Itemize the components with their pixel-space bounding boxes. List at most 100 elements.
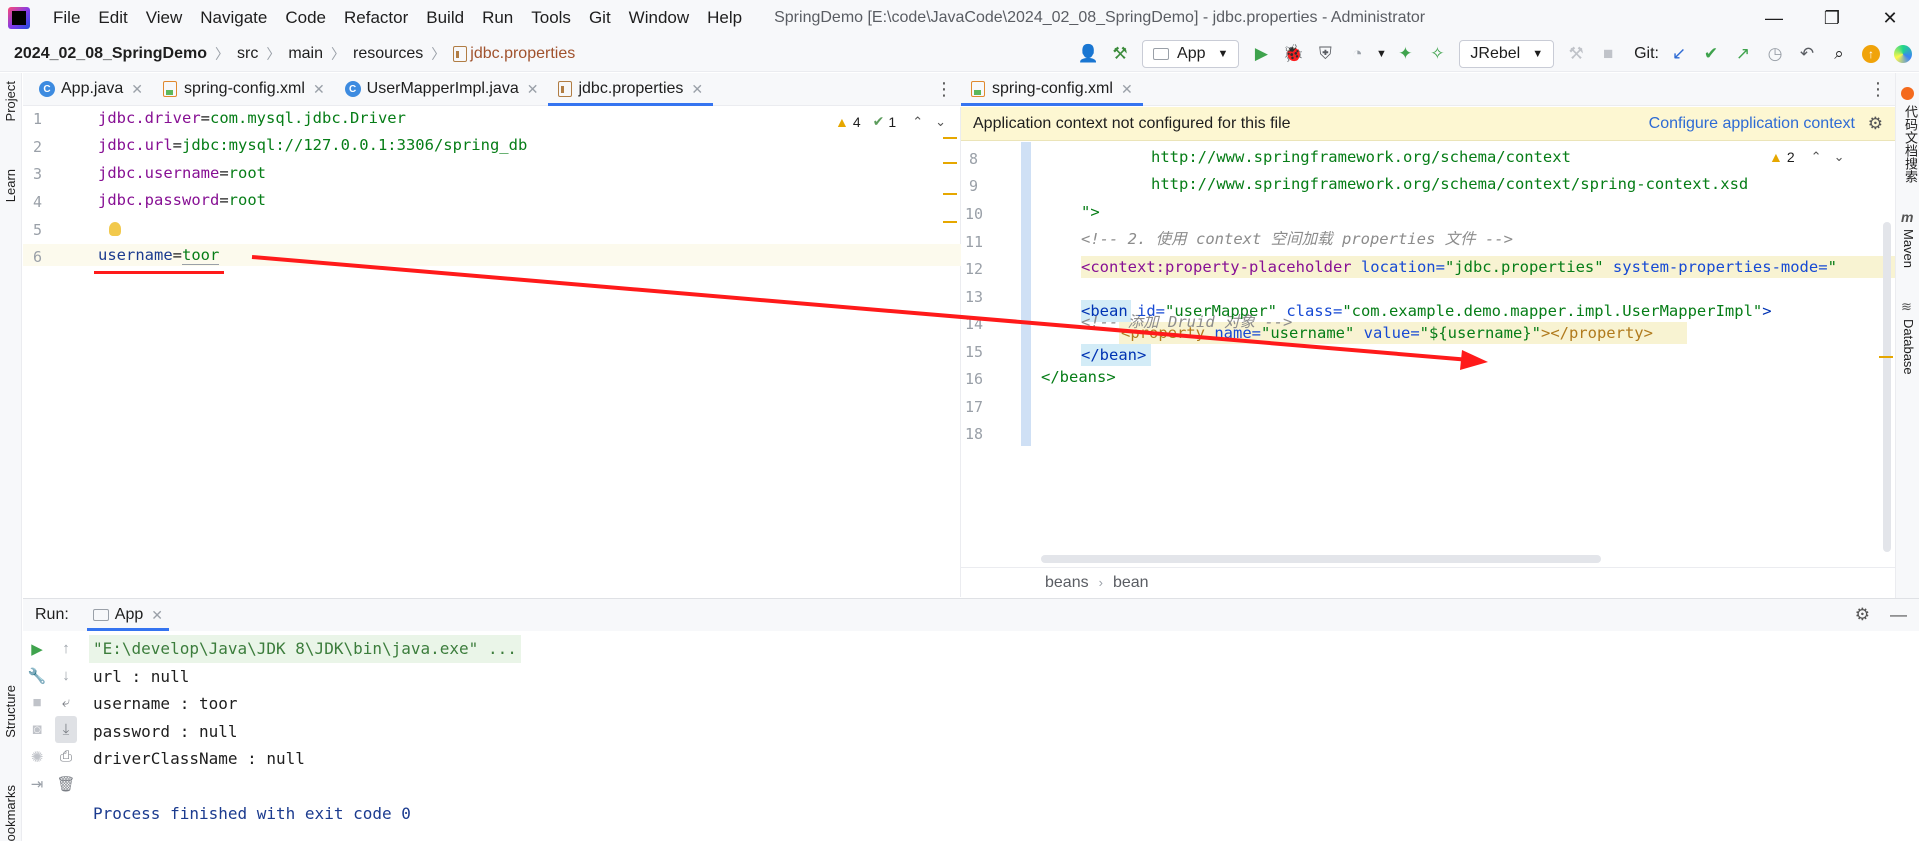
- chevron-down-icon[interactable]: ⌄: [935, 114, 946, 130]
- debug-icon[interactable]: 🐞: [1277, 36, 1309, 72]
- scroll-to-end-icon[interactable]: ⤓: [55, 716, 77, 743]
- right-editor-tabs: spring-config.xml ✕ ⋮: [961, 73, 1895, 106]
- maven-tool-tab[interactable]: Maven: [1901, 229, 1916, 268]
- lightbulb-icon[interactable]: [109, 222, 121, 236]
- close-icon[interactable]: ✕: [527, 81, 539, 98]
- more-vertical-icon[interactable]: ⋮: [935, 73, 953, 106]
- jrebel-debug-icon[interactable]: ✧: [1421, 36, 1453, 72]
- print-icon[interactable]: ⎙: [60, 743, 72, 770]
- learn-tool-tab[interactable]: Learn: [3, 169, 18, 202]
- menu-build[interactable]: Build: [417, 0, 473, 36]
- gear-icon[interactable]: ⚙: [1855, 605, 1870, 625]
- profile-icon[interactable]: ◔: [1341, 36, 1373, 72]
- line-number: 9: [969, 177, 979, 195]
- update-available-icon[interactable]: ↑: [1855, 36, 1887, 72]
- breadcrumb-main[interactable]: main: [288, 45, 323, 63]
- vertical-scrollbar[interactable]: [1883, 222, 1891, 552]
- console-output[interactable]: "E:\develop\Java\JDK 8\JDK\bin\java.exe"…: [89, 635, 521, 828]
- bookmarks-tool-tab[interactable]: Bookmarks: [3, 785, 18, 841]
- menu-refactor[interactable]: Refactor: [335, 0, 417, 36]
- scroll-up-icon[interactable]: ↑: [62, 635, 70, 662]
- coverage-icon[interactable]: ⛨: [1309, 36, 1341, 72]
- soft-wrap-icon[interactable]: ⤶: [62, 689, 70, 716]
- tab-usermapperimpl-java[interactable]: C UserMapperImpl.java ✕: [335, 73, 549, 105]
- jrebel-select[interactable]: JRebel ▼: [1459, 40, 1555, 68]
- jrebel-run-icon[interactable]: ✦: [1389, 36, 1421, 72]
- tab-jdbc-properties[interactable]: jdbc.properties ✕: [548, 73, 713, 106]
- warning-stripe-marker[interactable]: [943, 193, 957, 195]
- close-icon[interactable]: ✕: [691, 81, 703, 98]
- wrench-icon[interactable]: 🔧: [28, 662, 47, 689]
- jetbrains-logo-icon[interactable]: [1887, 36, 1919, 72]
- property-key: jdbc.driver: [98, 109, 201, 127]
- chevron-up-icon[interactable]: ⌃: [912, 114, 923, 130]
- user-icon[interactable]: 👤: [1072, 36, 1104, 72]
- run-tab-app[interactable]: App ✕: [86, 599, 170, 631]
- breadcrumb-src[interactable]: src: [237, 45, 258, 63]
- code-line: jdbc.url=jdbc:mysql://127.0.0.1:3306/spr…: [98, 136, 528, 154]
- tab-spring-config-xml[interactable]: spring-config.xml ✕: [153, 73, 335, 105]
- properties-editor[interactable]: 1 2 3 4 5 6 jdbc.driver=com.mysql.jdbc.D…: [23, 107, 961, 597]
- menu-git[interactable]: Git: [580, 0, 620, 36]
- run-icon[interactable]: ▶: [1245, 36, 1277, 72]
- warning-stripe-marker[interactable]: [943, 137, 957, 139]
- hammer-disabled-icon: ⚒: [1568, 44, 1584, 63]
- restore-button[interactable]: ❐: [1803, 0, 1861, 36]
- chevron-up-icon[interactable]: ⌃: [1811, 149, 1822, 165]
- login-icon[interactable]: ⇥: [31, 770, 44, 797]
- menu-edit[interactable]: Edit: [89, 0, 136, 36]
- close-button[interactable]: ✕: [1861, 0, 1919, 36]
- more-vertical-icon[interactable]: ⋮: [1869, 73, 1887, 106]
- close-icon[interactable]: ✕: [313, 81, 325, 98]
- structure-tool-tab[interactable]: Structure: [3, 685, 18, 738]
- breadcrumb-beans[interactable]: beans: [1045, 574, 1089, 592]
- breadcrumb-bean[interactable]: bean: [1113, 574, 1149, 592]
- intellij-logo-icon[interactable]: [8, 7, 30, 29]
- breadcrumb-project[interactable]: 2024_02_08_SpringDemo: [14, 45, 207, 63]
- trash-icon[interactable]: 🗑: [56, 770, 75, 797]
- chevron-down-icon[interactable]: ⌄: [1834, 149, 1845, 165]
- run-config-select[interactable]: App ▼: [1142, 40, 1240, 68]
- configure-context-link[interactable]: Configure application context: [1649, 115, 1855, 133]
- scroll-down-icon[interactable]: ↓: [62, 662, 70, 689]
- menu-view[interactable]: View: [137, 0, 192, 36]
- rerun-icon[interactable]: ▶: [31, 635, 43, 662]
- rollback-icon[interactable]: ↶: [1791, 36, 1823, 72]
- menu-run[interactable]: Run: [473, 0, 522, 36]
- menu-window[interactable]: Window: [620, 0, 698, 36]
- minimize-panel-icon[interactable]: —: [1890, 605, 1907, 625]
- menu-file[interactable]: File: [44, 0, 89, 36]
- console-command-line: "E:\develop\Java\JDK 8\JDK\bin\java.exe"…: [89, 635, 521, 663]
- warning-stripe-marker[interactable]: [943, 221, 957, 223]
- warning-stripe-marker[interactable]: [1879, 356, 1893, 358]
- tab-spring-config-xml-right[interactable]: spring-config.xml ✕: [961, 73, 1143, 106]
- git-push-icon[interactable]: ↗: [1727, 36, 1759, 72]
- menu-navigate[interactable]: Navigate: [191, 0, 276, 36]
- project-tool-tab[interactable]: Project: [3, 81, 18, 121]
- xml-editor[interactable]: Application context not configured for t…: [961, 107, 1895, 597]
- gear-icon[interactable]: ⚙: [1868, 114, 1883, 134]
- git-commit-icon[interactable]: ✔: [1695, 36, 1727, 72]
- search-icon[interactable]: ⌕: [1823, 36, 1855, 72]
- database-tool-tab[interactable]: Database: [1901, 319, 1916, 375]
- build-hammer-icon[interactable]: ⚒: [1104, 36, 1136, 72]
- chevron-down-icon[interactable]: ▼: [1373, 36, 1389, 72]
- menu-help[interactable]: Help: [698, 0, 751, 36]
- inspection-widget[interactable]: ▲ 2 ⌃ ⌄: [1769, 149, 1844, 165]
- close-icon[interactable]: ✕: [151, 607, 163, 624]
- menu-code[interactable]: Code: [276, 0, 335, 36]
- code-search-tool-tab[interactable]: 代码文档搜索: [1901, 105, 1919, 183]
- minimize-button[interactable]: —: [1745, 0, 1803, 36]
- menu-tools[interactable]: Tools: [522, 0, 580, 36]
- horizontal-scrollbar[interactable]: [1041, 555, 1601, 563]
- close-icon[interactable]: ✕: [131, 81, 143, 98]
- git-update-icon[interactable]: ↙: [1663, 36, 1695, 72]
- history-icon[interactable]: ◷: [1759, 36, 1791, 72]
- warning-stripe-marker[interactable]: [943, 162, 957, 164]
- breadcrumb-file[interactable]: jdbc.properties: [470, 45, 575, 63]
- tab-app-java[interactable]: C App.java ✕: [23, 73, 153, 105]
- inspection-widget[interactable]: ▲ 4 ✔ 1 ⌃ ⌄: [835, 113, 946, 130]
- close-icon[interactable]: ✕: [1121, 81, 1133, 98]
- breadcrumb-resources[interactable]: resources: [353, 45, 423, 63]
